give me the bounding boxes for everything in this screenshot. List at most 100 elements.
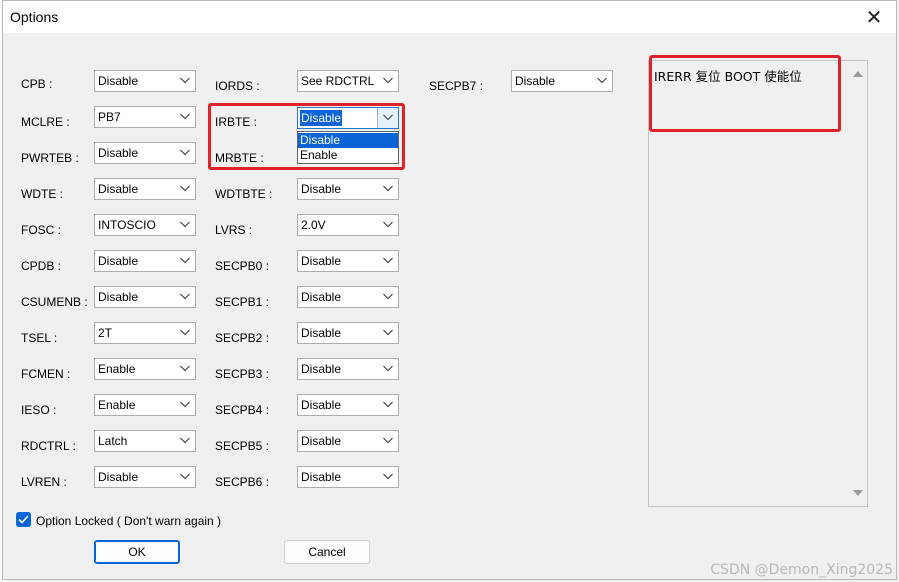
chevron-down-icon bbox=[180, 221, 190, 229]
select-value: Disable bbox=[98, 254, 139, 268]
select-wdtbte[interactable]: Disable bbox=[297, 178, 399, 200]
select-value: Disable bbox=[98, 146, 139, 160]
select-value: Disable bbox=[98, 470, 139, 484]
label-wdte: WDTE : bbox=[21, 187, 63, 201]
select-value: Disable bbox=[98, 290, 139, 304]
chevron-down-icon bbox=[383, 221, 393, 229]
annotation-box-description bbox=[649, 55, 841, 132]
select-value: Enable bbox=[98, 362, 136, 376]
chevron-down-icon bbox=[383, 401, 393, 409]
chevron-down-icon bbox=[180, 149, 190, 157]
select-value: Disable bbox=[301, 290, 342, 304]
label-secpb6: SECPB6 : bbox=[215, 475, 270, 489]
label-secpb4: SECPB4 : bbox=[215, 403, 270, 417]
label-secpb0: SECPB0 : bbox=[215, 259, 270, 273]
close-button[interactable]: ✕ bbox=[860, 5, 888, 29]
chevron-down-icon bbox=[383, 365, 393, 373]
chevron-down-icon bbox=[383, 437, 393, 445]
select-fcmen[interactable]: Enable bbox=[94, 358, 196, 380]
select-value: 2T bbox=[98, 326, 113, 340]
label-csumenb: CSUMENB : bbox=[21, 295, 88, 309]
select-mclre[interactable]: PB7 bbox=[94, 106, 196, 128]
label-lvren: LVREN : bbox=[21, 475, 67, 489]
select-value: Disable bbox=[301, 326, 342, 340]
label-iords: IORDS : bbox=[215, 79, 260, 93]
label-pwrteb: PWRTEB : bbox=[21, 151, 79, 165]
select-csumenb[interactable]: Disable bbox=[94, 286, 196, 308]
select-value: Disable bbox=[301, 254, 342, 268]
label-fcmen: FCMEN : bbox=[21, 367, 71, 381]
select-ieso[interactable]: Enable bbox=[94, 394, 196, 416]
chevron-down-icon bbox=[383, 329, 393, 337]
select-value: INTOSCIO bbox=[98, 218, 156, 232]
label-secpb5: SECPB5 : bbox=[215, 439, 270, 453]
select-value: See RDCTRL bbox=[301, 74, 375, 88]
select-secpb0[interactable]: Disable bbox=[297, 250, 399, 272]
scroll-down-icon[interactable] bbox=[853, 490, 863, 496]
label-tsel: TSEL : bbox=[21, 331, 58, 345]
select-secpb7[interactable]: Disable bbox=[511, 70, 613, 92]
label-secpb2: SECPB2 : bbox=[215, 331, 270, 345]
vertical-scrollbar[interactable] bbox=[849, 62, 866, 505]
select-value: 2.0V bbox=[301, 218, 326, 232]
chevron-down-icon bbox=[383, 293, 393, 301]
select-cpdb[interactable]: Disable bbox=[94, 250, 196, 272]
annotation-box-irbte bbox=[208, 103, 405, 170]
chevron-down-icon bbox=[180, 365, 190, 373]
ok-button[interactable]: OK bbox=[94, 540, 180, 564]
label-mclre: MCLRE : bbox=[21, 115, 70, 129]
option-locked-label: Option Locked ( Don't warn again ) bbox=[36, 514, 222, 528]
chevron-down-icon bbox=[180, 437, 190, 445]
select-secpb5[interactable]: Disable bbox=[297, 430, 399, 452]
chevron-down-icon bbox=[180, 329, 190, 337]
label-rdctrl: RDCTRL : bbox=[21, 439, 76, 453]
checkmark-icon bbox=[18, 515, 29, 524]
select-value: Disable bbox=[301, 182, 342, 196]
select-secpb3[interactable]: Disable bbox=[297, 358, 399, 380]
label-cpb: CPB : bbox=[21, 77, 53, 91]
select-value: Disable bbox=[301, 398, 342, 412]
select-value: Latch bbox=[98, 434, 128, 448]
select-secpb6[interactable]: Disable bbox=[297, 466, 399, 488]
chevron-down-icon bbox=[180, 113, 190, 121]
select-lvrs[interactable]: 2.0V bbox=[297, 214, 399, 236]
select-tsel[interactable]: 2T bbox=[94, 322, 196, 344]
select-cpb[interactable]: Disable bbox=[94, 70, 196, 92]
chevron-down-icon bbox=[597, 77, 607, 85]
chevron-down-icon bbox=[180, 185, 190, 193]
select-iords[interactable]: See RDCTRL bbox=[297, 70, 399, 92]
select-value: Enable bbox=[98, 398, 136, 412]
title-bar: Options ✕ bbox=[3, 1, 896, 33]
select-value: Disable bbox=[301, 470, 342, 484]
select-wdte[interactable]: Disable bbox=[94, 178, 196, 200]
chevron-down-icon bbox=[383, 185, 393, 193]
label-ieso: IESO : bbox=[21, 403, 57, 417]
label-secpb3: SECPB3 : bbox=[215, 367, 270, 381]
window-title: Options bbox=[10, 9, 59, 25]
select-value: Disable bbox=[515, 74, 556, 88]
chevron-down-icon bbox=[180, 401, 190, 409]
chevron-down-icon bbox=[180, 293, 190, 301]
select-rdctrl[interactable]: Latch bbox=[94, 430, 196, 452]
label-lvrs: LVRS : bbox=[215, 223, 253, 237]
chevron-down-icon bbox=[180, 473, 190, 481]
option-locked-checkbox[interactable] bbox=[16, 512, 31, 527]
select-pwrteb[interactable]: Disable bbox=[94, 142, 196, 164]
chevron-down-icon bbox=[180, 257, 190, 265]
select-value: Disable bbox=[301, 434, 342, 448]
select-fosc[interactable]: INTOSCIO bbox=[94, 214, 196, 236]
select-secpb2[interactable]: Disable bbox=[297, 322, 399, 344]
select-secpb1[interactable]: Disable bbox=[297, 286, 399, 308]
chevron-down-icon bbox=[180, 77, 190, 85]
watermark: CSDN @Demon_Xing2025 bbox=[710, 562, 893, 578]
chevron-down-icon bbox=[383, 257, 393, 265]
select-value: Disable bbox=[98, 74, 139, 88]
scroll-up-icon[interactable] bbox=[853, 71, 863, 77]
label-secpb7: SECPB7 : bbox=[429, 79, 484, 93]
cancel-button[interactable]: Cancel bbox=[284, 540, 370, 564]
select-lvren[interactable]: Disable bbox=[94, 466, 196, 488]
label-fosc: FOSC : bbox=[21, 223, 62, 237]
select-value: PB7 bbox=[98, 110, 121, 124]
select-secpb4[interactable]: Disable bbox=[297, 394, 399, 416]
select-value: Disable bbox=[98, 182, 139, 196]
